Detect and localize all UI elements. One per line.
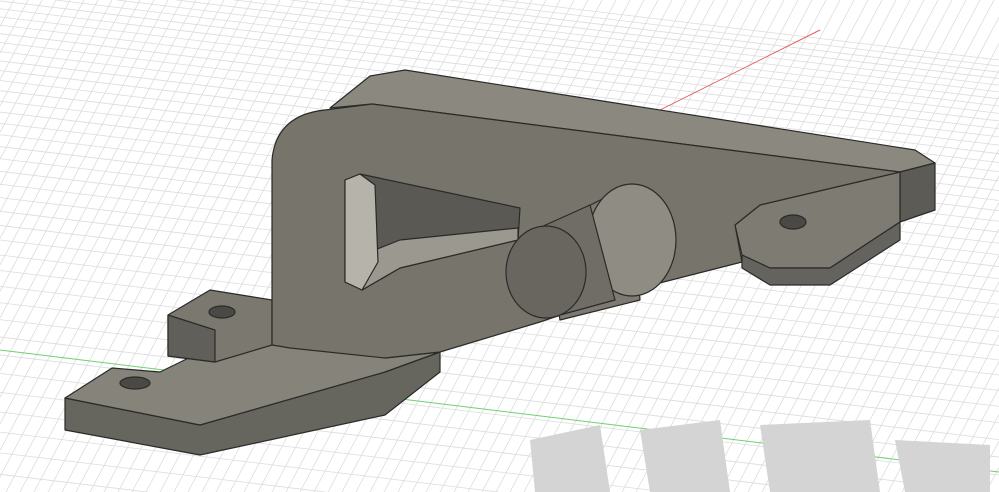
grid-line: [0, 0, 197, 372]
left-flange-hole: [208, 305, 236, 319]
grid-line: [0, 0, 15, 27]
cylinder-end-face: [505, 225, 587, 319]
lug-hole: [779, 214, 807, 230]
cad-viewport[interactable]: [0, 0, 999, 492]
grid-line: [0, 0, 71, 133]
grid-line: [0, 0, 43, 80]
viewport-canvas[interactable]: [0, 0, 999, 492]
grid-line: [0, 0, 183, 345]
grid-line: [0, 0, 155, 292]
grid-line: [0, 0, 169, 319]
grid-line: [0, 473, 148, 492]
grid-line: [398, 0, 999, 73]
grid-line: [499, 0, 999, 61]
model-shadow: [530, 420, 990, 492]
base-hole: [119, 376, 151, 390]
grid-line: [116, 0, 999, 107]
